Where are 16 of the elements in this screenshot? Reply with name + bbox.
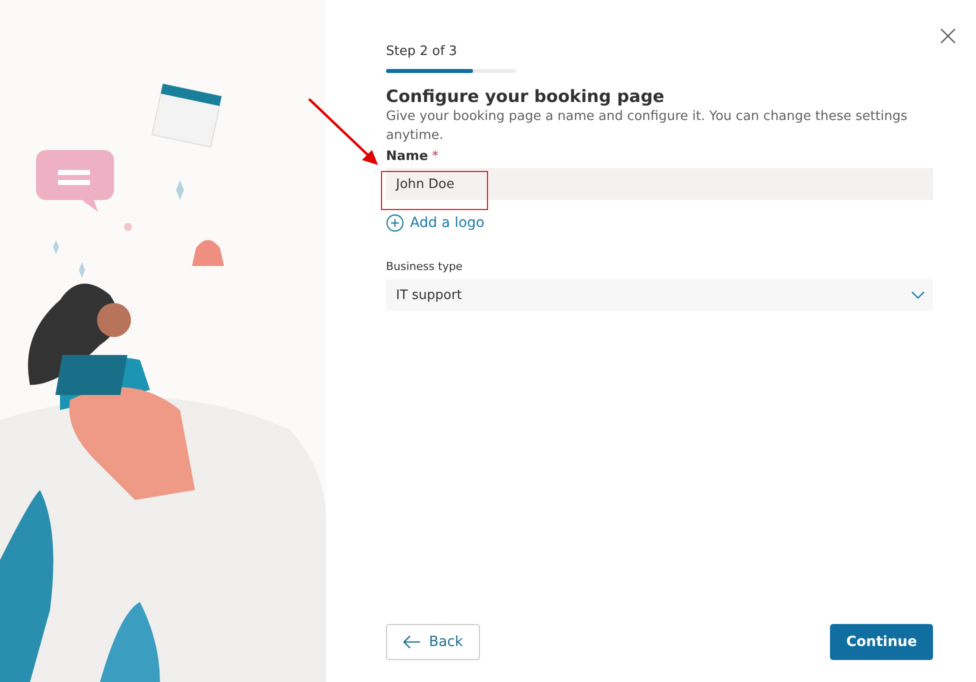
back-button[interactable]: Back — [386, 624, 480, 660]
business-type-dropdown[interactable]: IT support — [386, 279, 933, 311]
arrow-left-icon — [403, 635, 421, 649]
add-logo-link[interactable]: Add a logo — [386, 214, 484, 232]
field-label: Business type — [386, 260, 464, 273]
required-mark: * — [432, 149, 439, 164]
chevron-down-icon — [911, 291, 925, 299]
page-heading: Configure your booking page — [386, 87, 666, 107]
continue-button[interactable]: Continue — [830, 624, 933, 660]
step-label: Step 2 of 3 — [386, 44, 458, 59]
field-label: Name — [386, 149, 428, 164]
page-description: Give your booking page a name and configure it. You can change these settings anytime. — [386, 108, 908, 145]
plus-circle-icon — [386, 214, 404, 232]
name-input-field[interactable]: John Doe — [386, 168, 933, 200]
close-icon[interactable] — [940, 28, 956, 44]
annotation-arrow — [308, 98, 378, 165]
